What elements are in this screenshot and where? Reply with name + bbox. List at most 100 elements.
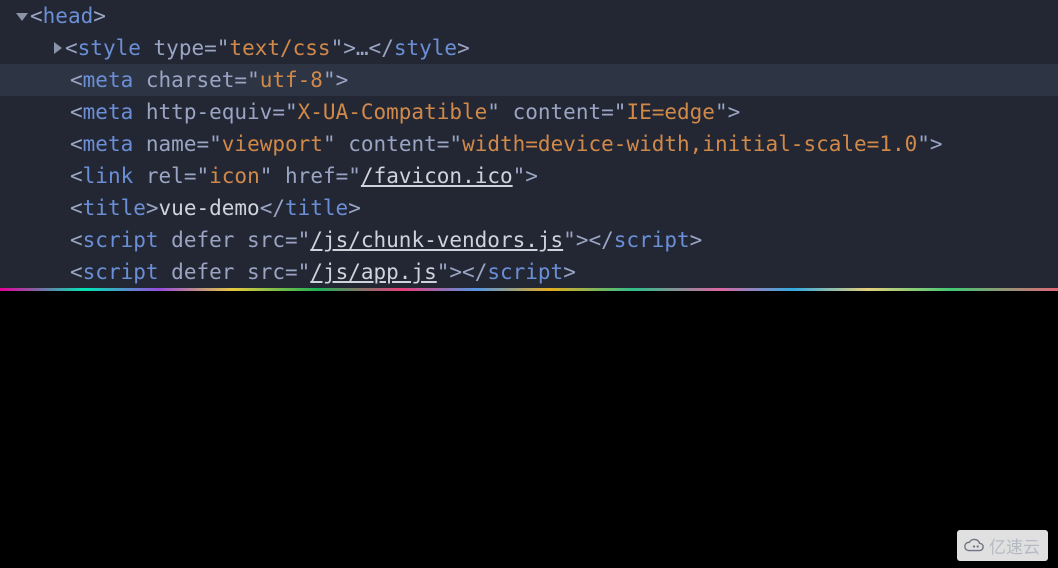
token-link: /favicon.ico	[361, 164, 513, 188]
token-punct: =	[285, 260, 298, 284]
token-punct: "	[209, 132, 222, 156]
token-tag: link	[83, 164, 134, 188]
token-text-content: vue-demo	[159, 196, 260, 220]
token-tag: script	[83, 260, 159, 284]
token-punct: =	[285, 228, 298, 252]
token-attr-name: name	[146, 132, 197, 156]
token-punct: <	[65, 36, 78, 60]
code-line[interactable]: <style type="text/css">…</style>	[0, 32, 1058, 64]
token-attr-name: charset	[146, 68, 235, 92]
token-punct	[133, 132, 146, 156]
token-punct	[133, 100, 146, 124]
token-punct: <	[70, 100, 83, 124]
token-punct: "	[260, 164, 273, 188]
token-ellipsis: …	[356, 36, 369, 60]
token-punct: "	[348, 164, 361, 188]
token-punct: <	[70, 68, 83, 92]
token-punct: =	[196, 132, 209, 156]
token-punct: =	[272, 100, 285, 124]
token-punct	[500, 100, 513, 124]
token-punct: =	[336, 164, 349, 188]
token-attr-name: defer	[171, 260, 234, 284]
token-punct: "	[323, 132, 336, 156]
token-punct: <	[70, 260, 83, 284]
token-punct	[133, 164, 146, 188]
token-tag: meta	[83, 68, 134, 92]
token-punct: =	[601, 100, 614, 124]
code-line[interactable]: <meta charset="utf-8">	[0, 64, 1058, 96]
code-line[interactable]: <link rel="icon" href="/favicon.ico">	[0, 160, 1058, 192]
token-punct: >	[576, 228, 589, 252]
token-tag: script	[487, 260, 563, 284]
token-attr-value: IE=edge	[626, 100, 715, 124]
token-tag: script	[83, 228, 159, 252]
code-line[interactable]: <meta name="viewport" content="width=dev…	[0, 128, 1058, 160]
code-line[interactable]: <title>vue-demo</title>	[0, 192, 1058, 224]
token-attr-name: content	[513, 100, 602, 124]
token-punct: "	[285, 100, 298, 124]
token-punct	[336, 132, 349, 156]
token-punct: =	[184, 164, 197, 188]
token-punct: "	[917, 132, 930, 156]
token-link: /js/app.js	[310, 260, 436, 284]
token-punct: "	[323, 68, 336, 92]
token-punct	[159, 228, 172, 252]
token-tag: title	[285, 196, 348, 220]
token-tag: style	[394, 36, 457, 60]
token-attr-name: http-equiv	[146, 100, 272, 124]
token-attr-value: width=device-width,initial-scale=1.0	[462, 132, 917, 156]
token-punct	[133, 68, 146, 92]
token-attr-name: content	[348, 132, 437, 156]
watermark-text: 亿速云	[989, 533, 1040, 558]
token-punct: <	[70, 228, 83, 252]
token-punct: "	[331, 36, 344, 60]
token-attr-name: src	[247, 260, 285, 284]
token-punct: <	[70, 164, 83, 188]
token-tag: style	[78, 36, 141, 60]
token-punct: >	[343, 36, 356, 60]
token-punct: >	[336, 68, 349, 92]
token-attr-name: rel	[146, 164, 184, 188]
token-punct: "	[298, 260, 311, 284]
token-punct: =	[234, 68, 247, 92]
token-punct: "	[513, 164, 526, 188]
token-punct: >	[690, 228, 703, 252]
token-punct: >	[348, 196, 361, 220]
token-punct: <	[70, 132, 83, 156]
token-punct: >	[525, 164, 538, 188]
token-punct: <	[30, 4, 43, 28]
token-punct: >	[93, 4, 106, 28]
token-tag: head	[43, 4, 94, 28]
token-punct: "	[614, 100, 627, 124]
token-attr-name: type	[154, 36, 205, 60]
token-punct: "	[437, 260, 450, 284]
token-punct: =	[204, 36, 217, 60]
watermark-badge: 亿速云	[957, 530, 1048, 561]
token-punct: "	[487, 100, 500, 124]
token-attr-value: X-UA-Compatible	[298, 100, 488, 124]
token-punct	[141, 36, 154, 60]
token-punct: </	[260, 196, 285, 220]
token-punct	[159, 260, 172, 284]
code-line[interactable]: <meta http-equiv="X-UA-Compatible" conte…	[0, 96, 1058, 128]
expand-collapse-right-icon[interactable]	[54, 42, 62, 54]
code-line[interactable]: <head>	[0, 0, 1058, 32]
code-line[interactable]: <script defer src="/js/chunk-vendors.js"…	[0, 224, 1058, 256]
token-punct: "	[298, 228, 311, 252]
token-tag: meta	[83, 100, 134, 124]
token-punct: </	[588, 228, 613, 252]
token-punct: =	[437, 132, 450, 156]
token-punct	[272, 164, 285, 188]
token-attr-value: utf-8	[260, 68, 323, 92]
token-attr-value: viewport	[222, 132, 323, 156]
color-strip	[0, 288, 1058, 291]
code-line[interactable]: <script defer src="/js/app.js"></script>	[0, 256, 1058, 288]
token-punct: "	[715, 100, 728, 124]
devtools-elements-panel[interactable]: <head><style type="text/css">…</style><m…	[0, 0, 1058, 288]
token-attr-name: defer	[171, 228, 234, 252]
token-punct: "	[196, 164, 209, 188]
token-punct: >	[728, 100, 741, 124]
expand-collapse-down-icon[interactable]	[16, 13, 28, 21]
token-attr-value: text/css	[229, 36, 330, 60]
token-punct	[234, 260, 247, 284]
